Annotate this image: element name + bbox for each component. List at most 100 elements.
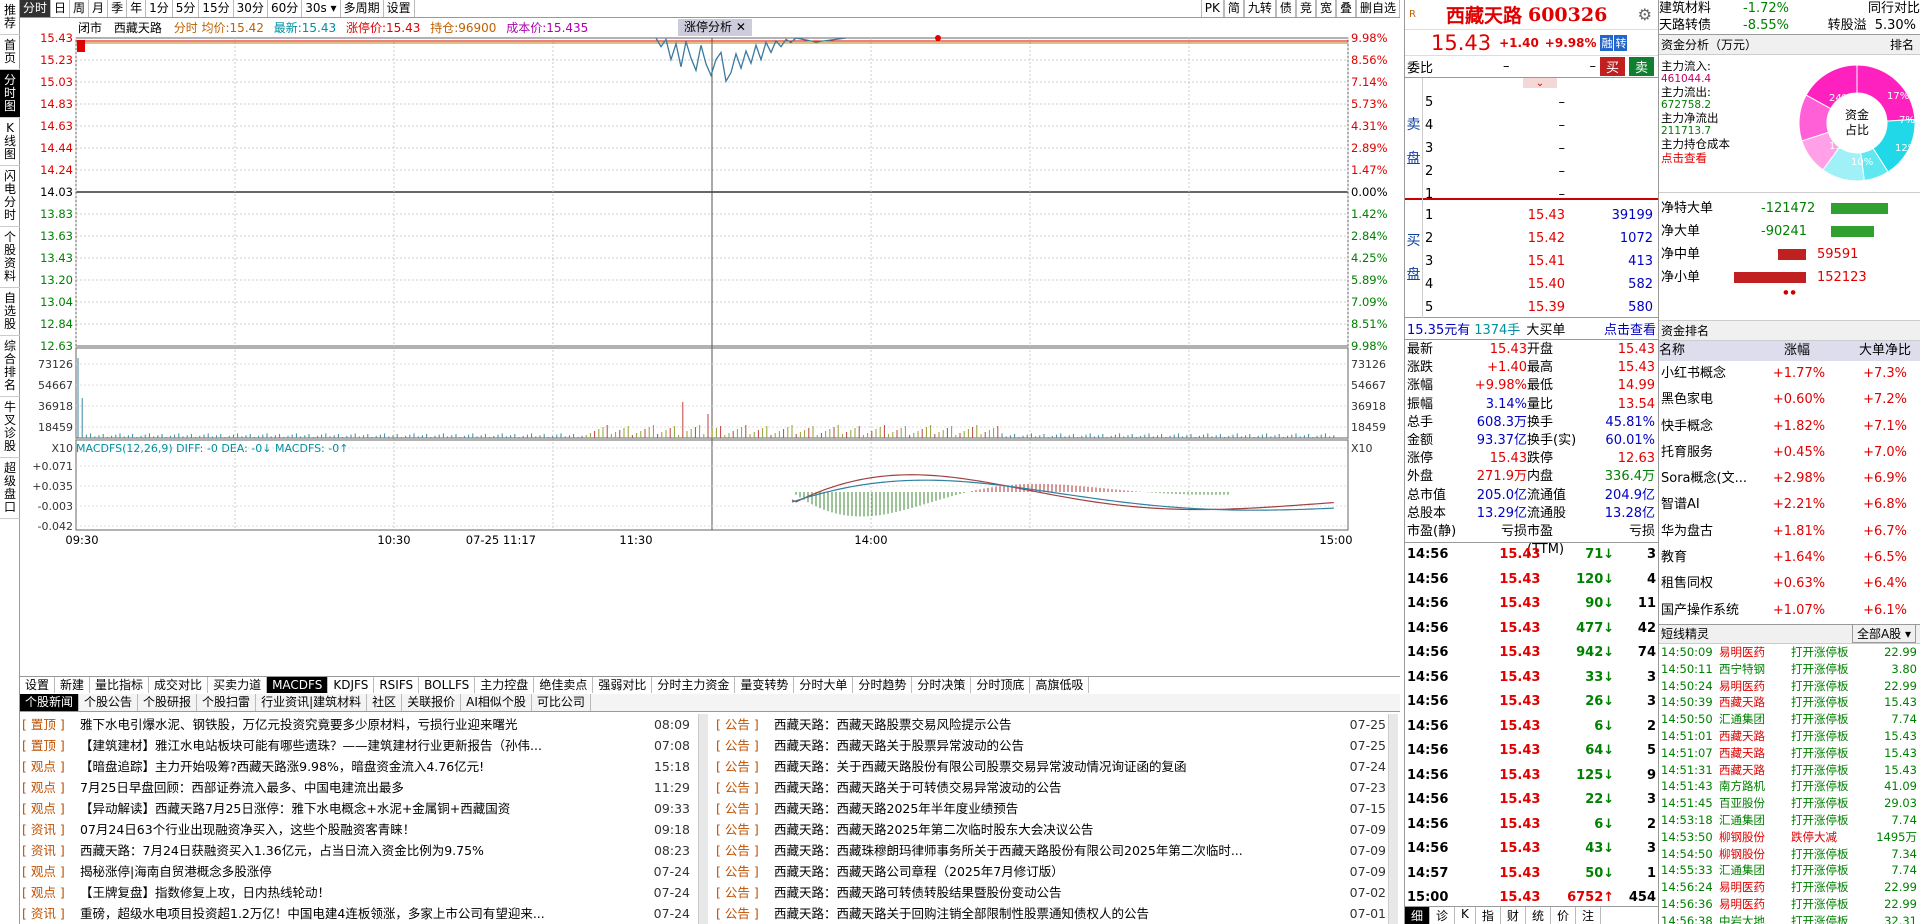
short-line-row[interactable]: 14:51:31 西藏天路 打开涨停板 15.43 xyxy=(1661,762,1920,779)
rank-row[interactable]: Sora概念(文... +2.98% +6.9% xyxy=(1659,466,1920,492)
toolbar-period-8[interactable]: 15分 xyxy=(199,0,234,17)
indicator-tab[interactable]: 新建 xyxy=(55,677,91,693)
news-title[interactable]: 雅下水电引爆水泥、钢铁股，万亿元投资究竟要多少原材料，亏损行业迎来曙光 xyxy=(80,714,642,735)
toolbar-right-2[interactable]: 九转 xyxy=(1243,0,1276,17)
news-title[interactable]: 西藏天路：西藏天路关于回购注销全部限制性股票通知债权人的公告 xyxy=(774,903,1338,924)
quote-bottom-tab[interactable]: 统 xyxy=(1526,907,1551,924)
news-title[interactable]: 西藏天路：西藏天路股票交易风险提示公告 xyxy=(774,714,1338,735)
news-scrollbar-right[interactable] xyxy=(1388,714,1398,924)
settings-gear-icon[interactable]: ⚙ xyxy=(1638,5,1652,24)
toolbar-right-0[interactable]: PK xyxy=(1200,0,1224,17)
quote-bottom-tab[interactable]: 注 xyxy=(1576,907,1601,924)
left-nav-item[interactable]: K线图 xyxy=(0,118,20,166)
toolbar-period-10[interactable]: 60分 xyxy=(268,0,303,17)
indicator-tab[interactable]: KDJFS xyxy=(328,677,375,693)
toolbar-right-4[interactable]: 竞 xyxy=(1295,0,1316,17)
news-row[interactable]: [ 观点 ] 【王牌复盘】指数修复上攻，日内热线轮动！ 07-24 xyxy=(22,882,690,903)
toolbar-period-13[interactable]: 设置 xyxy=(384,0,415,17)
indicator-tab[interactable]: 分时大单 xyxy=(794,677,854,693)
toolbar-period-4[interactable]: 季 xyxy=(108,0,128,17)
indicator-tab[interactable]: 分时决策 xyxy=(912,677,972,693)
rank-row[interactable]: 国产操作系统 +1.07% +6.1% xyxy=(1659,598,1920,624)
news-row[interactable]: [ 观点 ] 揭秘涨停|海南自贸港概念多股涨停 07-24 xyxy=(22,861,690,882)
short-line-row[interactable]: 14:50:24 易明医药 打开涨停板 22.99 xyxy=(1661,678,1920,695)
indicator-tab[interactable]: 量变转势 xyxy=(735,677,795,693)
news-tab[interactable]: AI相似个股 xyxy=(461,694,532,711)
big-order-link[interactable]: 点击查看 xyxy=(1604,319,1656,338)
news-tab[interactable]: 可比公司 xyxy=(532,694,591,711)
news-row[interactable]: [ 资讯 ] 07月24日63个行业出现融资净买入，这些个股融资客青睐！ 09:18 xyxy=(22,819,690,840)
news-row[interactable]: [ 资讯 ] 西藏天路：7月24日获融资买入1.36亿元，占当日流入资金比例为9.… xyxy=(22,840,690,861)
short-line-row[interactable]: 14:51:01 西藏天路 打开涨停板 15.43 xyxy=(1661,728,1920,745)
toolbar-right-5[interactable]: 宽 xyxy=(1315,0,1336,17)
news-row[interactable]: [ 置顶 ] 雅下水电引爆水泥、钢铁股，万亿元投资究竟要多少原材料，亏损行业迎来曙… xyxy=(22,714,690,735)
news-tab[interactable]: 个股扫雷 xyxy=(197,694,257,711)
news-row[interactable]: [ 公告 ] 西藏天路：西藏天路关于股票异常波动的公告 07-25 xyxy=(716,735,1386,756)
left-nav-item[interactable]: 分时图 xyxy=(0,70,20,118)
indicator-tab[interactable]: 主力控盘 xyxy=(475,677,535,693)
news-row[interactable]: [ 公告 ] 西藏天路：西藏天路公司章程（2025年7月修订版） 07-09 xyxy=(716,861,1386,882)
rank-header[interactable]: 名称 xyxy=(1659,341,1769,361)
left-nav-item[interactable]: 超级盘口 xyxy=(0,458,20,519)
short-line-row[interactable]: 14:51:43 南方路机 打开涨停板 41.09 xyxy=(1661,778,1920,795)
news-title[interactable]: 西藏天路：西藏天路关于可转债交易异常波动的公告 xyxy=(774,777,1338,798)
news-row[interactable]: [ 观点 ] 【暗盘追踪】主力开始吸筹?西藏天路涨9.98%，暗盘资金流入4.76… xyxy=(22,756,690,777)
short-line-row[interactable]: 14:51:07 西藏天路 打开涨停板 15.43 xyxy=(1661,745,1920,762)
indicator-tab[interactable]: 分时顶底 xyxy=(971,677,1031,693)
short-line-row[interactable]: 14:56:38 中岩大地 打开涨停板 32.31 xyxy=(1661,913,1920,924)
news-title[interactable]: 西藏天路：西藏天路2025年第二次临时股东大会决议公告 xyxy=(774,819,1338,840)
indicator-tab[interactable]: 设置 xyxy=(20,677,56,693)
news-title[interactable]: 西藏天路：西藏天路公司章程（2025年7月修订版） xyxy=(774,861,1338,882)
news-title[interactable]: 【王牌复盘】指数修复上攻，日内热线轮动！ xyxy=(80,882,642,903)
left-nav-item[interactable]: 综合排名 xyxy=(0,336,20,397)
rank-row[interactable]: 黑色家电 +0.60% +7.2% xyxy=(1659,387,1920,413)
indicator-tab[interactable]: RSIFS xyxy=(374,677,420,693)
news-title[interactable]: 西藏天路：西藏天路可转债转股结果暨股份变动公告 xyxy=(774,882,1338,903)
toolbar-period-9[interactable]: 30分 xyxy=(234,0,268,17)
news-tab[interactable]: 个股研报 xyxy=(138,694,198,711)
quote-bottom-tab[interactable]: 细 xyxy=(1405,907,1431,924)
sell-button[interactable]: 卖 xyxy=(1628,57,1654,76)
indicator-tab[interactable]: 买卖力道 xyxy=(208,677,268,693)
rank-row[interactable]: 华为盘古 +1.81% +6.7% xyxy=(1659,519,1920,545)
news-row[interactable]: [ 公告 ] 西藏天路：西藏天路股票交易风险提示公告 07-25 xyxy=(716,714,1386,735)
toolbar-right-1[interactable]: 简 xyxy=(1223,0,1244,17)
rank-header[interactable]: 涨幅 xyxy=(1769,341,1829,361)
indicator-tab[interactable]: BOLLFS xyxy=(419,677,476,693)
toolbar-period-7[interactable]: 5分 xyxy=(173,0,200,17)
news-title[interactable]: 【异动解读】西藏天路7月25日涨停：雅下水电概念+水泥+金属铜+西藏国资 xyxy=(80,798,642,819)
toolbar-right-6[interactable]: 叠 xyxy=(1335,0,1356,17)
short-line-row[interactable]: 14:54:50 柳钢股份 打开涨停板 7.34 xyxy=(1661,846,1920,863)
left-nav-item[interactable]: 闪电分时 xyxy=(0,166,20,227)
related-name[interactable]: 建筑材料 xyxy=(1659,0,1729,17)
rank-row[interactable]: 智谱AI +2.21% +6.8% xyxy=(1659,492,1920,518)
news-title[interactable]: 西藏天路：7月24日获融资买入1.36亿元，占当日流入资金比例为9.75% xyxy=(80,840,642,861)
rank-header[interactable]: 大单净比 xyxy=(1829,341,1915,361)
short-line-row[interactable]: 14:50:39 西藏天路 打开涨停板 15.43 xyxy=(1661,694,1920,711)
rank-row[interactable]: 小红书概念 +1.77% +7.3% xyxy=(1659,361,1920,387)
news-row[interactable]: [ 公告 ] 西藏天路：西藏天路2025年半年度业绩预告 07-15 xyxy=(716,798,1386,819)
toolbar-period-6[interactable]: 1分 xyxy=(146,0,173,17)
news-title[interactable]: 西藏天路：西藏天路2025年半年度业绩预告 xyxy=(774,798,1338,819)
short-line-row[interactable]: 14:56:24 易明医药 打开涨停板 22.99 xyxy=(1661,879,1920,896)
rank-row[interactable]: 教育 +1.64% +6.5% xyxy=(1659,545,1920,571)
fund-rank-link[interactable]: 排名 xyxy=(1890,36,1914,53)
news-row[interactable]: [ 公告 ] 西藏天路：西藏天路关于可转债交易异常波动的公告 07-23 xyxy=(716,777,1386,798)
news-row[interactable]: [ 公告 ] 西藏天路：西藏珠穆朗玛律师事务所关于西藏天路股份有限公司2025年第… xyxy=(716,840,1386,861)
news-tab[interactable]: 个股新闻 xyxy=(20,694,80,711)
toolbar-period-5[interactable]: 年 xyxy=(127,0,147,17)
toolbar-period-0[interactable]: 分时 xyxy=(20,0,52,17)
news-tab[interactable]: 关联报价 xyxy=(402,694,462,711)
news-tab[interactable]: 行业资讯|建筑材料 xyxy=(256,694,368,711)
indicator-tab[interactable]: 绝佳卖点 xyxy=(534,677,594,693)
related-label[interactable]: 同行对比 xyxy=(1868,0,1920,17)
news-title[interactable]: 【暗盘追踪】主力开始吸筹?西藏天路涨9.98%，暗盘资金流入4.76亿元! xyxy=(80,756,642,777)
news-row[interactable]: [ 资讯 ] 重磅，超级水电项目投资超1.2万亿！中国电建4连板领涨，多家上市公司… xyxy=(22,903,690,924)
news-row[interactable]: [ 观点 ] 【异动解读】西藏天路7月25日涨停：雅下水电概念+水泥+金属铜+西藏… xyxy=(22,798,690,819)
intraday-chart[interactable]: 15.43 9.98% 15.23 8.56% 15.03 7.14% 14.83 5.73%… xyxy=(20,18,1404,676)
news-title[interactable]: 7月25日早盘回顾：西部证券流入最多、中国电建流出最多 xyxy=(80,777,642,798)
toolbar-period-1[interactable]: 日 xyxy=(51,0,71,17)
short-line-row[interactable]: 14:51:45 百亚股份 打开涨停板 29.03 xyxy=(1661,795,1920,812)
short-line-row[interactable]: 14:53:18 汇通集团 打开涨停板 7.74 xyxy=(1661,812,1920,829)
fund-flow-label[interactable]: 点击查看 xyxy=(1661,151,1801,165)
